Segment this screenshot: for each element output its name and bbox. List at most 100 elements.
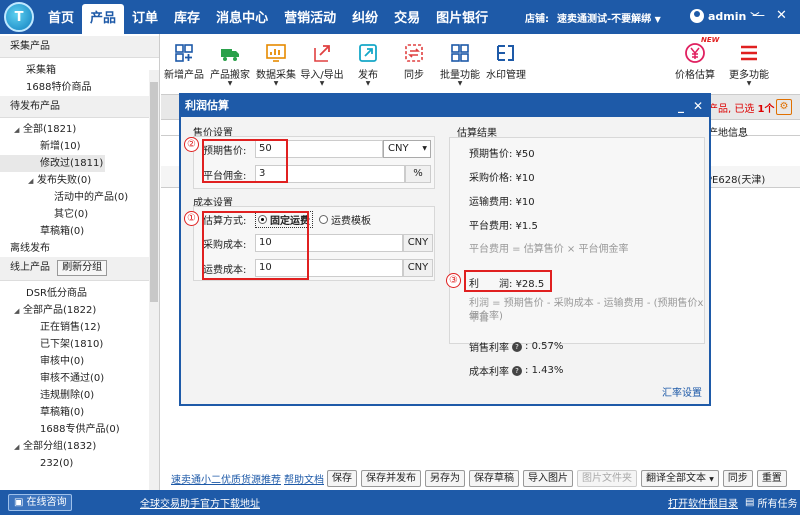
currency-select-value: CNY <box>388 143 409 154</box>
cost-margin-label: 成本利率 <box>469 367 509 378</box>
add-product-button[interactable]: 新增产品 <box>161 38 207 94</box>
batch-function-button[interactable]: 批量功能 ▼ <box>437 38 483 94</box>
nav-disputes[interactable]: 纠纷 <box>344 4 386 34</box>
sidebar-item[interactable]: 修改过(1811) <box>0 155 105 172</box>
sidebar-item[interactable]: 232(0) <box>0 455 159 472</box>
sidebar-item[interactable]: 正在销售(12) <box>0 319 159 336</box>
username: admin <box>708 9 747 23</box>
annotation-box-cost <box>202 211 309 280</box>
nav-products[interactable]: 产品 <box>82 4 125 34</box>
nav-marketing[interactable]: 营销活动 <box>276 4 344 34</box>
sidebar-item[interactable]: 已下架(1810) <box>0 336 159 353</box>
nav-inventory[interactable]: 库存 <box>166 4 208 34</box>
user-menu[interactable]: admin ﹀ <box>690 9 759 23</box>
more-functions-label: 更多功能 <box>729 70 769 81</box>
annotation-marker-1: ① <box>184 211 199 226</box>
nav-image-bank[interactable]: 图片银行 <box>428 4 496 34</box>
nav-orders[interactable]: 订单 <box>124 4 166 34</box>
fx-settings-link[interactable]: 汇率设置 <box>662 384 702 399</box>
online-tree: DSR低分商品 ◢ 全部产品(1822) 正在销售(12) 已下架(1810) 审… <box>0 285 159 472</box>
result-expected-price: 预期售价: ¥50 <box>469 149 535 160</box>
help-icon[interactable]: ? <box>512 365 522 376</box>
chat-icon: ▣ <box>14 497 24 508</box>
sidebar-item[interactable]: 草稿箱(0) <box>0 223 159 240</box>
expand-triangle-icon[interactable]: ◢ <box>14 439 23 456</box>
expand-triangle-icon[interactable]: ◢ <box>14 122 23 139</box>
sidebar-item[interactable]: 审核不通过(0) <box>0 370 159 387</box>
product-move-button[interactable]: 产品搬家 ▼ <box>207 38 253 94</box>
expand-triangle-icon[interactable]: ◢ <box>28 173 37 190</box>
expand-triangle-icon[interactable]: ◢ <box>14 303 23 320</box>
all-tasks-button[interactable]: ▤ 所有任务 <box>745 495 797 510</box>
data-collect-button[interactable]: 数据采集 ▼ <box>253 38 299 94</box>
sidebar-item-1688-special[interactable]: 1688特价商品 <box>0 79 159 96</box>
online-consult-button[interactable]: ▣ 在线咨询 <box>8 494 73 511</box>
sidebar-item-offline-publish[interactable]: 离线发布 <box>0 240 159 257</box>
download-link[interactable]: 全球交易助手官方下载地址 <box>140 495 260 510</box>
sidebar-item[interactable]: 1688专供产品(0) <box>0 421 159 438</box>
close-icon[interactable]: ✕ <box>776 8 787 23</box>
sidebar-item[interactable]: 其它(0) <box>0 206 159 223</box>
app-logo: T <box>4 2 34 32</box>
sidebar-item[interactable]: ◢ 全部(1821) <box>0 121 159 138</box>
nav-home[interactable]: 首页 <box>40 4 82 34</box>
result-purchase-price: 采购价格: ¥10 <box>469 173 535 184</box>
currency-select[interactable]: CNY ▼ <box>383 140 431 158</box>
supplier-recommend-link[interactable]: 速卖通小二优质货源推荐 <box>171 471 281 486</box>
help-icon[interactable]: ? <box>512 341 522 352</box>
refresh-groups-button[interactable]: 刷新分组 <box>57 260 108 276</box>
price-estimate-button[interactable]: NEW 价格估算 <box>669 36 721 81</box>
radio-shipping-template[interactable]: 运费模板 <box>319 212 371 227</box>
online-header-label[interactable]: 线上产品 <box>10 262 50 273</box>
import-image-button[interactable]: 导入图片 <box>523 469 573 487</box>
save-publish-button[interactable]: 保存并发布 <box>361 469 421 487</box>
sidebar-section-pending[interactable]: 待发布产品 <box>0 96 159 118</box>
more-functions-button[interactable]: 更多功能 ▼ <box>723 38 775 87</box>
task-list-icon: ▤ <box>745 497 755 508</box>
sidebar-item[interactable]: DSR低分商品 <box>0 285 159 302</box>
minimize-icon[interactable]: _ <box>678 95 684 117</box>
profit-estimate-dialog: 利润估算 _ ✕ 售价设置 预期售价: 50 CNY ▼ 平台佣金: 3 % 成本… <box>179 93 711 406</box>
sidebar-item[interactable]: 活动中的产品(0) <box>0 189 159 206</box>
save-button[interactable]: 保存 <box>327 469 357 487</box>
nav-trade[interactable]: 交易 <box>386 4 428 34</box>
save-as-button[interactable]: 另存为 <box>425 469 465 487</box>
price-estimate-label: 价格估算 <box>675 70 715 81</box>
watermark-button[interactable]: 水印管理 <box>483 38 529 94</box>
help-docs-link[interactable]: 帮助文档 <box>284 471 324 486</box>
save-draft-button[interactable]: 保存草稿 <box>469 469 519 487</box>
sidebar-item-collect-box[interactable]: 采集箱 <box>0 62 159 79</box>
open-root-dir-link[interactable]: 打开软件根目录 <box>668 495 738 510</box>
reset-button[interactable]: 重置 <box>756 469 787 487</box>
close-icon[interactable]: ✕ <box>693 95 703 117</box>
app-logo-text: T <box>14 9 24 25</box>
import-export-label: 导入/导出 <box>300 70 344 81</box>
scrollbar-thumb[interactable] <box>150 82 158 302</box>
sidebar-scrollbar[interactable] <box>149 70 159 490</box>
store-selector[interactable]: 店铺: 速卖通测试-不要解绑 ▼ <box>525 10 661 25</box>
data-collect-label: 数据采集 <box>256 70 296 81</box>
import-export-button[interactable]: 导入/导出 ▼ <box>299 38 345 94</box>
publish-button[interactable]: 发布 ▼ <box>345 38 391 94</box>
nav-messages[interactable]: 消息中心 <box>208 4 276 34</box>
sidebar-item[interactable]: 新增(10) <box>0 138 159 155</box>
image-folder-button[interactable]: 图片文件夹 <box>577 469 637 487</box>
sidebar-item[interactable]: ◢ 全部产品(1822) <box>0 302 159 319</box>
minimize-icon[interactable]: — <box>752 8 765 23</box>
sync-button[interactable]: 同步 <box>391 38 437 94</box>
sidebar-item[interactable]: 审核中(0) <box>0 353 159 370</box>
sidebar-item[interactable]: 草稿箱(0) <box>0 404 159 421</box>
online-consult-label: 在线咨询 <box>26 497 67 508</box>
sidebar-item[interactable]: ◢ 发布失败(0) <box>0 172 159 189</box>
translate-all-label: 翻译全部文本 <box>646 472 706 484</box>
sidebar-item[interactable]: ◢ 全部分组(1832) <box>0 438 159 455</box>
column-settings-icon[interactable]: ⚙ <box>776 99 792 115</box>
sync-bottom-button[interactable]: 同步 <box>722 469 753 487</box>
sidebar-item[interactable]: 违规删除(0) <box>0 387 159 404</box>
store-value: 速卖通测试-不要解绑 <box>557 14 652 25</box>
sync-icon <box>402 42 426 64</box>
dialog-titlebar: 利润估算 _ ✕ <box>181 95 709 117</box>
sidebar-section-collect[interactable]: 采集产品 <box>0 36 159 58</box>
main-nav: 首页 产品 订单 库存 消息中心 营销活动 纠纷 交易 图片银行 <box>40 0 496 34</box>
translate-all-button[interactable]: 翻译全部文本 ▼ <box>641 469 719 487</box>
